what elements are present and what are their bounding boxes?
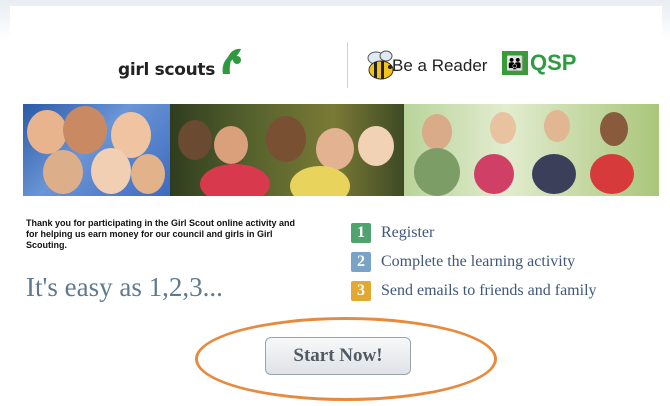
step-register: 1 Register <box>351 222 597 244</box>
trefoil-icon <box>222 48 242 74</box>
be-a-reader-logo-text: Be a Reader <box>392 56 488 75</box>
logo-divider <box>347 42 348 88</box>
qsp-logo: 👪 QSP <box>502 50 576 76</box>
step-number-badge: 3 <box>351 281 371 301</box>
steps-list: 1 Register 2 Complete the learning activ… <box>351 222 597 309</box>
girl-scouts-logo: girl scouts <box>118 46 245 80</box>
girl-scouts-logo-text: girl scouts <box>118 60 216 80</box>
qsp-people-icon: 👪 <box>502 51 528 75</box>
thank-you-message: Thank you for participating in the Girl … <box>26 218 296 250</box>
step-label: Complete the learning activity <box>381 253 576 270</box>
easy-as-heading: It's easy as 1,2,3... <box>26 272 223 302</box>
step-label: Register <box>381 224 435 241</box>
step-learning-activity: 2 Complete the learning activity <box>351 251 597 273</box>
step-label: Send emails to friends and family <box>381 282 597 299</box>
step-number-badge: 1 <box>351 223 371 243</box>
step-send-emails: 3 Send emails to friends and family <box>351 280 597 302</box>
banner-photo-forest <box>169 104 405 196</box>
step-number-badge: 2 <box>351 252 371 272</box>
photo-banner <box>23 104 659 196</box>
qsp-logo-text: QSP <box>530 50 577 75</box>
header: girl scouts Be a Reader 👪 QSP <box>10 36 662 96</box>
start-now-button[interactable]: Start Now! <box>265 337 411 375</box>
banner-photo-group <box>23 104 170 196</box>
banner-photo-bikes <box>404 104 659 196</box>
